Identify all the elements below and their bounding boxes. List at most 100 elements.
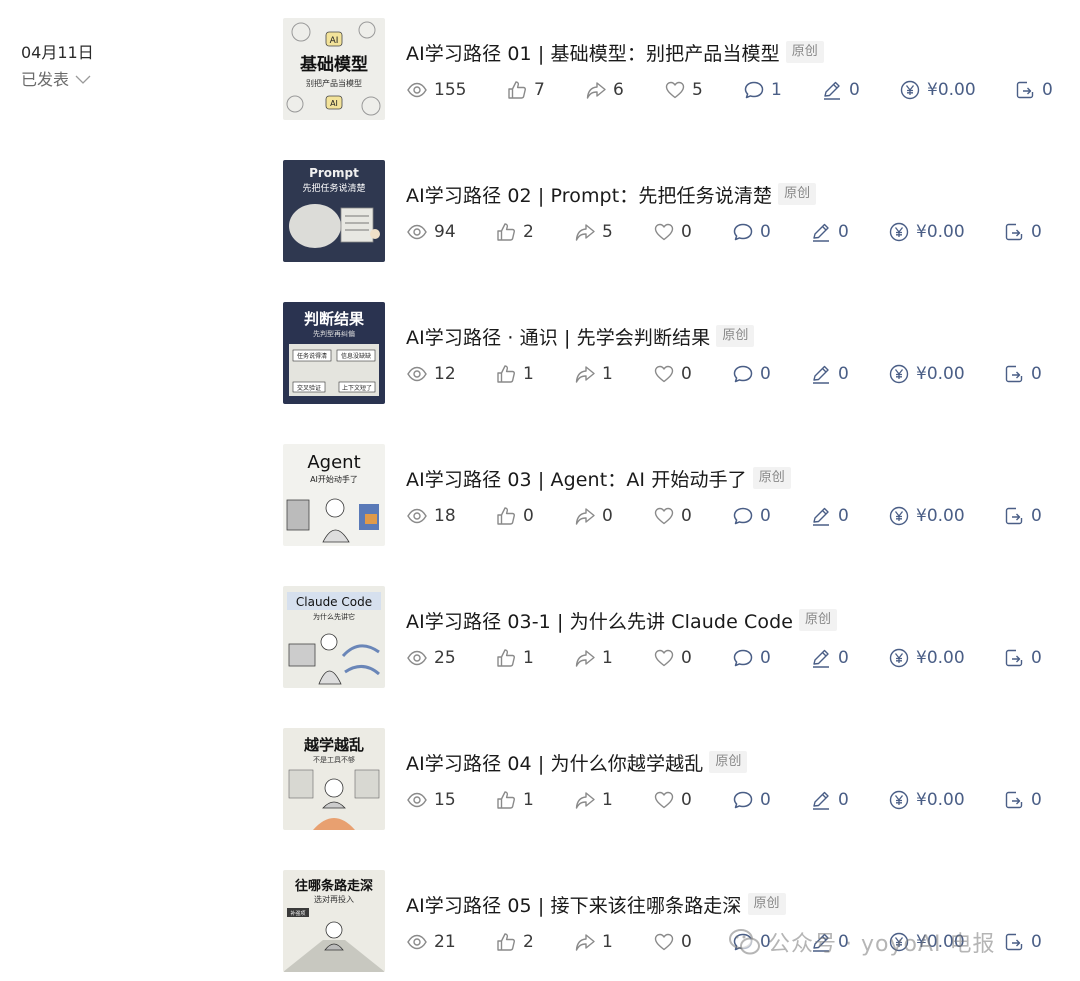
share-icon [574, 931, 596, 953]
pen-icon [810, 505, 832, 527]
article-title[interactable]: AI学习路径 03 | Agent：AI 开始动手了 [406, 465, 747, 492]
pen-icon [821, 79, 843, 101]
favorite-count[interactable]: 0 [653, 504, 692, 528]
share-count[interactable]: 1 [574, 362, 613, 386]
share-count[interactable]: 0 [574, 504, 613, 528]
svg-text:上下文短了: 上下文短了 [342, 384, 372, 392]
like-count[interactable]: 1 [495, 362, 534, 386]
reward-amount[interactable]: ¥0.00 [899, 78, 976, 102]
comment-count[interactable]: 0 [732, 362, 771, 386]
original-badge: 原创 [752, 467, 791, 489]
forward-count[interactable]: 0 [1003, 930, 1042, 954]
eye-icon [406, 931, 428, 953]
like-count[interactable]: 7 [506, 78, 545, 102]
article-item[interactable]: 越学越乱 不是工具不够 AI学习路径 04 | 为什么你越学越乱 原创 15 1… [283, 728, 1073, 830]
reward-amount[interactable]: ¥0.00 [888, 646, 965, 670]
share-count[interactable]: 1 [574, 646, 613, 670]
original-badge: 原创 [785, 41, 824, 63]
article-title[interactable]: AI学习路径 · 通识 | 先学会判断结果 [406, 323, 710, 350]
article-thumbnail[interactable]: 越学越乱 不是工具不够 [283, 728, 385, 830]
favorite-count[interactable]: 5 [664, 78, 703, 102]
like-count[interactable]: 0 [495, 504, 534, 528]
article-item[interactable]: Prompt 先把任务说清楚 AI学习路径 02 | Prompt：先把任务说清… [283, 160, 1073, 262]
favorite-count[interactable]: 0 [653, 646, 692, 670]
share-icon [574, 647, 596, 669]
svg-text:任务说得清: 任务说得清 [297, 352, 327, 360]
favorite-count[interactable]: 0 [653, 788, 692, 812]
comment-count[interactable]: 0 [732, 220, 771, 244]
article-title[interactable]: AI学习路径 05 | 接下来该往哪条路走深 [406, 891, 742, 918]
eye-icon [406, 363, 428, 385]
share-count[interactable]: 1 [574, 930, 613, 954]
article-title[interactable]: AI学习路径 01 | 基础模型：别把产品当模型 [406, 39, 780, 66]
reward-amount[interactable]: ¥0.00 [888, 788, 965, 812]
note-count[interactable]: 0 [810, 646, 849, 670]
article-thumbnail[interactable]: Claude Code 为什么先讲它 [283, 586, 385, 688]
forward-icon [1003, 363, 1025, 385]
svg-text:为什么先讲它: 为什么先讲它 [313, 612, 355, 621]
wechat-icon [729, 929, 760, 955]
reward-amount[interactable]: ¥0.00 [888, 504, 965, 528]
like-count[interactable]: 1 [495, 788, 534, 812]
watermark: 公众号 · yoyoAI 电报 [728, 924, 995, 960]
article-title[interactable]: AI学习路径 03-1 | 为什么先讲 Claude Code [406, 607, 793, 634]
svg-text:补强项: 补强项 [290, 910, 305, 917]
like-count[interactable]: 1 [495, 646, 534, 670]
comment-icon [732, 789, 754, 811]
read-count: 94 [406, 220, 456, 244]
article-title[interactable]: AI学习路径 02 | Prompt：先把任务说清楚 [406, 181, 772, 208]
article-thumbnail[interactable]: 判断结果 先判型再纠偏 任务说得清 信息没缺缺 交叉验证 上下文短了 [283, 302, 385, 404]
comment-count[interactable]: 0 [732, 788, 771, 812]
share-count[interactable]: 1 [574, 788, 613, 812]
article-thumbnail[interactable]: 往哪条路走深 选对再投入 补强项 [283, 870, 385, 972]
article-item[interactable]: Claude Code 为什么先讲它 AI学习路径 03-1 | 为什么先讲 C… [283, 586, 1073, 688]
share-count[interactable]: 6 [585, 78, 624, 102]
comment-count[interactable]: 1 [743, 78, 782, 102]
note-count[interactable]: 0 [810, 220, 849, 244]
forward-count[interactable]: 0 [1003, 362, 1042, 386]
yen-icon [888, 647, 910, 669]
article-title[interactable]: AI学习路径 04 | 为什么你越学越乱 [406, 749, 703, 776]
reward-amount[interactable]: ¥0.00 [888, 220, 965, 244]
comment-count[interactable]: 0 [732, 646, 771, 670]
note-count[interactable]: 0 [810, 788, 849, 812]
thumb-up-icon [495, 221, 517, 243]
share-icon [585, 79, 607, 101]
forward-count[interactable]: 0 [1003, 220, 1042, 244]
svg-text:先把任务说清楚: 先把任务说清楚 [302, 182, 365, 194]
yen-icon [888, 789, 910, 811]
pen-icon [810, 647, 832, 669]
comment-icon [732, 363, 754, 385]
like-count[interactable]: 2 [495, 930, 534, 954]
article-thumbnail[interactable]: Agent AI开始动手了 [283, 444, 385, 546]
share-count[interactable]: 5 [574, 220, 613, 244]
article-thumbnail[interactable]: AI 基础模型 别把产品当模型 AI [283, 18, 385, 120]
heart-icon [653, 221, 675, 243]
heart-icon [653, 363, 675, 385]
note-count[interactable]: 0 [810, 504, 849, 528]
favorite-count[interactable]: 0 [653, 220, 692, 244]
article-item[interactable]: AI 基础模型 别把产品当模型 AI AI学习路径 01 | 基础模型：别把产品… [283, 18, 1073, 120]
note-count[interactable]: 0 [821, 78, 860, 102]
forward-count[interactable]: 0 [1003, 504, 1042, 528]
forward-icon [1014, 79, 1036, 101]
forward-count[interactable]: 0 [1003, 646, 1042, 670]
publish-date: 04月11日 [21, 43, 94, 62]
article-item[interactable]: 判断结果 先判型再纠偏 任务说得清 信息没缺缺 交叉验证 上下文短了 AI学习路… [283, 302, 1073, 404]
eye-icon [406, 505, 428, 527]
article-item[interactable]: Agent AI开始动手了 AI学习路径 03 | Agent：AI 开始动手了… [283, 444, 1073, 546]
eye-icon [406, 79, 428, 101]
svg-text:选对再投入: 选对再投入 [314, 894, 354, 904]
status-dropdown[interactable]: 已发表 [21, 70, 94, 90]
note-count[interactable]: 0 [810, 362, 849, 386]
forward-count[interactable]: 0 [1014, 78, 1053, 102]
favorite-count[interactable]: 0 [653, 362, 692, 386]
reward-amount[interactable]: ¥0.00 [888, 362, 965, 386]
comment-count[interactable]: 0 [732, 504, 771, 528]
forward-count[interactable]: 0 [1003, 788, 1042, 812]
article-thumbnail[interactable]: Prompt 先把任务说清楚 [283, 160, 385, 262]
like-count[interactable]: 2 [495, 220, 534, 244]
favorite-count[interactable]: 0 [653, 930, 692, 954]
yen-icon [888, 221, 910, 243]
svg-text:AI: AI [330, 99, 338, 108]
